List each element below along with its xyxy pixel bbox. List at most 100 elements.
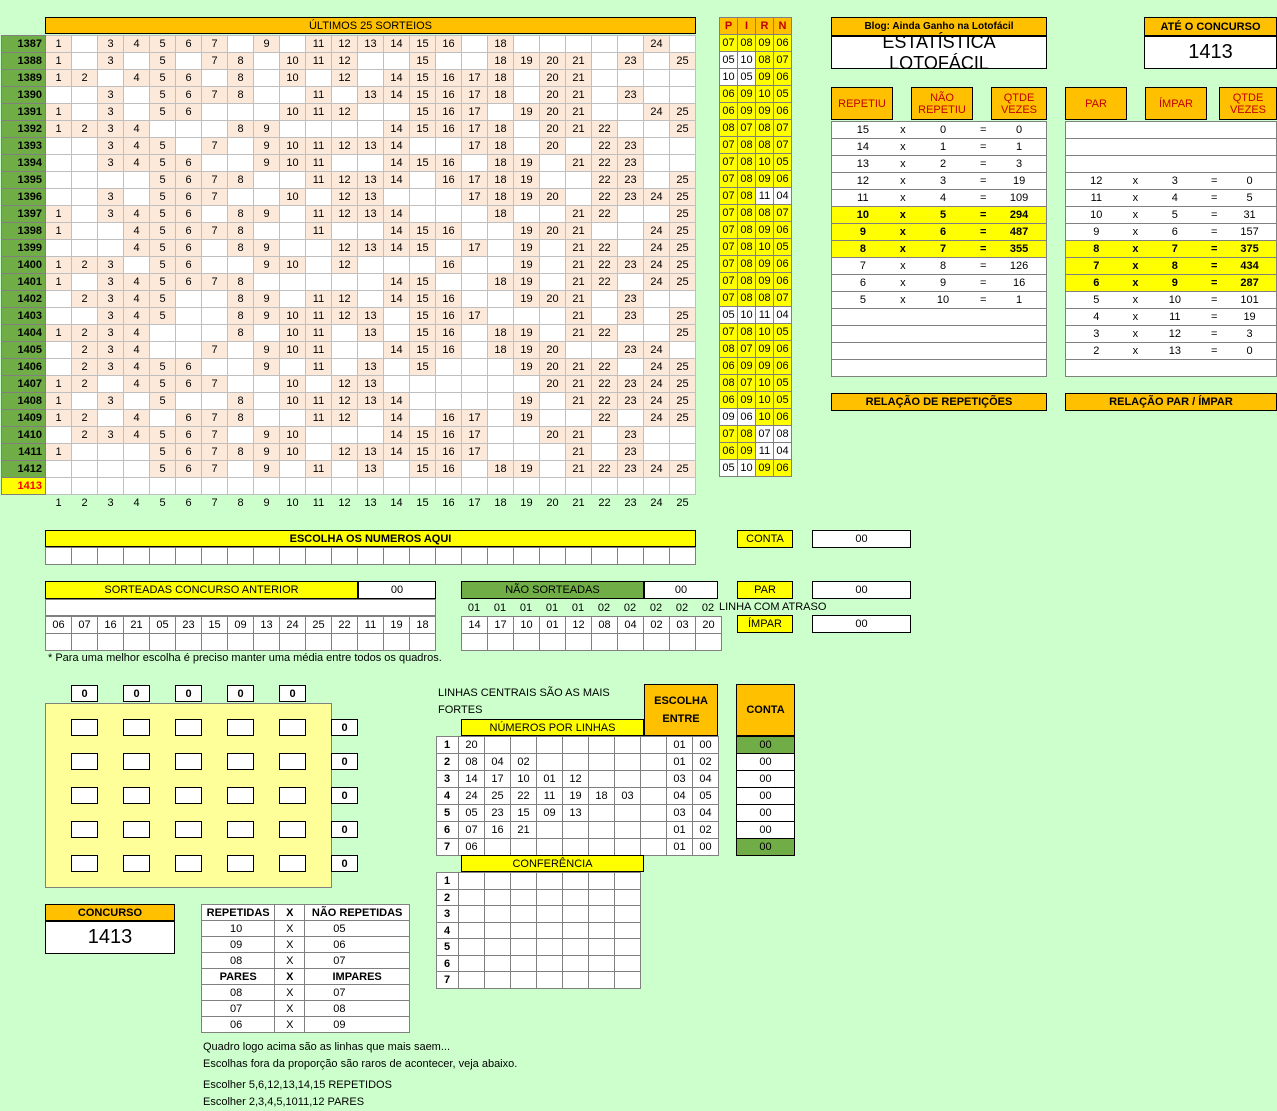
escolha-cell[interactable] xyxy=(71,547,98,565)
conferencia-cell[interactable] xyxy=(484,971,511,989)
conferencia-cell[interactable] xyxy=(588,938,615,956)
escolha-cell[interactable] xyxy=(227,547,254,565)
conferencia-cell[interactable] xyxy=(614,872,641,890)
conferencia-cell[interactable] xyxy=(588,888,615,907)
quadro-cell[interactable] xyxy=(279,753,306,770)
conferencia-cell[interactable] xyxy=(484,888,511,907)
conferencia-cell[interactable] xyxy=(484,872,511,890)
conferencia-cell[interactable] xyxy=(614,921,641,940)
escolha-cell[interactable] xyxy=(487,547,514,565)
conferencia-cell[interactable] xyxy=(562,971,589,989)
quadro-cell[interactable] xyxy=(123,787,150,804)
quadro-cell[interactable] xyxy=(279,855,306,872)
escolha-cell[interactable] xyxy=(383,547,410,565)
escolha-cell[interactable] xyxy=(253,547,280,565)
escolha-cell[interactable] xyxy=(591,547,618,565)
conferencia-cell[interactable] xyxy=(588,971,615,989)
conferencia-cell[interactable] xyxy=(614,971,641,989)
escolha-cell[interactable] xyxy=(175,547,202,565)
conferencia-cell[interactable] xyxy=(510,872,537,890)
quadro-cell[interactable] xyxy=(227,787,254,804)
escolha-cell[interactable] xyxy=(617,547,644,565)
quadro-cell[interactable] xyxy=(71,787,98,804)
conferencia-cell[interactable] xyxy=(536,971,563,989)
conferencia-cell[interactable] xyxy=(562,872,589,890)
quadro-cell[interactable] xyxy=(123,821,150,838)
conferencia-cell[interactable] xyxy=(588,905,615,923)
conferencia-cell[interactable] xyxy=(510,921,537,940)
conferencia-cell[interactable] xyxy=(562,888,589,907)
conferencia-cell[interactable] xyxy=(484,921,511,940)
quadro-cell[interactable] xyxy=(279,821,306,838)
quadro-cell[interactable] xyxy=(175,753,202,770)
quadro-cell[interactable] xyxy=(279,719,306,736)
quadro-cell[interactable] xyxy=(227,753,254,770)
quadro-cell[interactable] xyxy=(175,787,202,804)
conferencia-cell[interactable] xyxy=(458,954,485,973)
conferencia-cell[interactable] xyxy=(536,888,563,907)
quadro-cell[interactable] xyxy=(227,821,254,838)
escolha-cell[interactable] xyxy=(45,547,72,565)
escolha-cell[interactable] xyxy=(331,547,358,565)
conferencia-cell[interactable] xyxy=(510,954,537,973)
escolha-cell[interactable] xyxy=(539,547,566,565)
conferencia-cell[interactable] xyxy=(536,921,563,940)
conferencia-cell[interactable] xyxy=(562,954,589,973)
escolha-cell[interactable] xyxy=(669,547,696,565)
quadro-cell[interactable] xyxy=(175,719,202,736)
escolha-cell[interactable] xyxy=(279,547,306,565)
escolha-cell[interactable] xyxy=(565,547,592,565)
quadro-cell[interactable] xyxy=(279,787,306,804)
conferencia-cell[interactable] xyxy=(588,954,615,973)
conferencia-cell[interactable] xyxy=(484,954,511,973)
conferencia-cell[interactable] xyxy=(614,954,641,973)
conferencia-cell[interactable] xyxy=(562,921,589,940)
conferencia-cell[interactable] xyxy=(458,971,485,989)
conferencia-cell[interactable] xyxy=(484,905,511,923)
escolha-cell[interactable] xyxy=(435,547,462,565)
conferencia-cell[interactable] xyxy=(536,938,563,956)
escolha-cell[interactable] xyxy=(513,547,540,565)
conferencia-cell[interactable] xyxy=(536,872,563,890)
conferencia-cell[interactable] xyxy=(562,938,589,956)
conferencia-cell[interactable] xyxy=(458,921,485,940)
escolha-cell[interactable] xyxy=(643,547,670,565)
conferencia-cell[interactable] xyxy=(562,905,589,923)
quadro-cell[interactable] xyxy=(123,753,150,770)
escolha-cell[interactable] xyxy=(461,547,488,565)
conferencia-cell[interactable] xyxy=(458,938,485,956)
quadro-cell[interactable] xyxy=(71,855,98,872)
conferencia-cell[interactable] xyxy=(588,921,615,940)
quadro-cell[interactable] xyxy=(71,753,98,770)
quadro-cell[interactable] xyxy=(175,821,202,838)
quadro-cell[interactable] xyxy=(71,719,98,736)
quadro-cell[interactable] xyxy=(123,855,150,872)
conferencia-cell[interactable] xyxy=(536,905,563,923)
quadro-cell[interactable] xyxy=(123,719,150,736)
escolha-cell[interactable] xyxy=(357,547,384,565)
quadro-cell[interactable] xyxy=(175,855,202,872)
conferencia-cell[interactable] xyxy=(510,938,537,956)
conferencia-cell[interactable] xyxy=(614,905,641,923)
escolha-cell[interactable] xyxy=(409,547,436,565)
conferencia-cell[interactable] xyxy=(510,905,537,923)
quadro-cell[interactable] xyxy=(227,719,254,736)
quadro-cell[interactable] xyxy=(227,855,254,872)
escolha-cell[interactable] xyxy=(201,547,228,565)
conferencia-cell[interactable] xyxy=(458,905,485,923)
escolha-inputs[interactable] xyxy=(45,547,696,565)
conferencia-cell[interactable] xyxy=(484,938,511,956)
quadro-cell[interactable] xyxy=(71,821,98,838)
conferencia-cell[interactable] xyxy=(614,888,641,907)
conferencia-cell[interactable] xyxy=(614,938,641,956)
conferencia-cell[interactable] xyxy=(510,971,537,989)
escolha-cell[interactable] xyxy=(123,547,150,565)
conferencia-cell[interactable] xyxy=(536,954,563,973)
conferencia-cell[interactable] xyxy=(458,872,485,890)
escolha-cell[interactable] xyxy=(97,547,124,565)
conferencia-cell[interactable] xyxy=(458,888,485,907)
escolha-cell[interactable] xyxy=(305,547,332,565)
escolha-cell[interactable] xyxy=(149,547,176,565)
conferencia-cell[interactable] xyxy=(588,872,615,890)
conferencia-cell[interactable] xyxy=(510,888,537,907)
